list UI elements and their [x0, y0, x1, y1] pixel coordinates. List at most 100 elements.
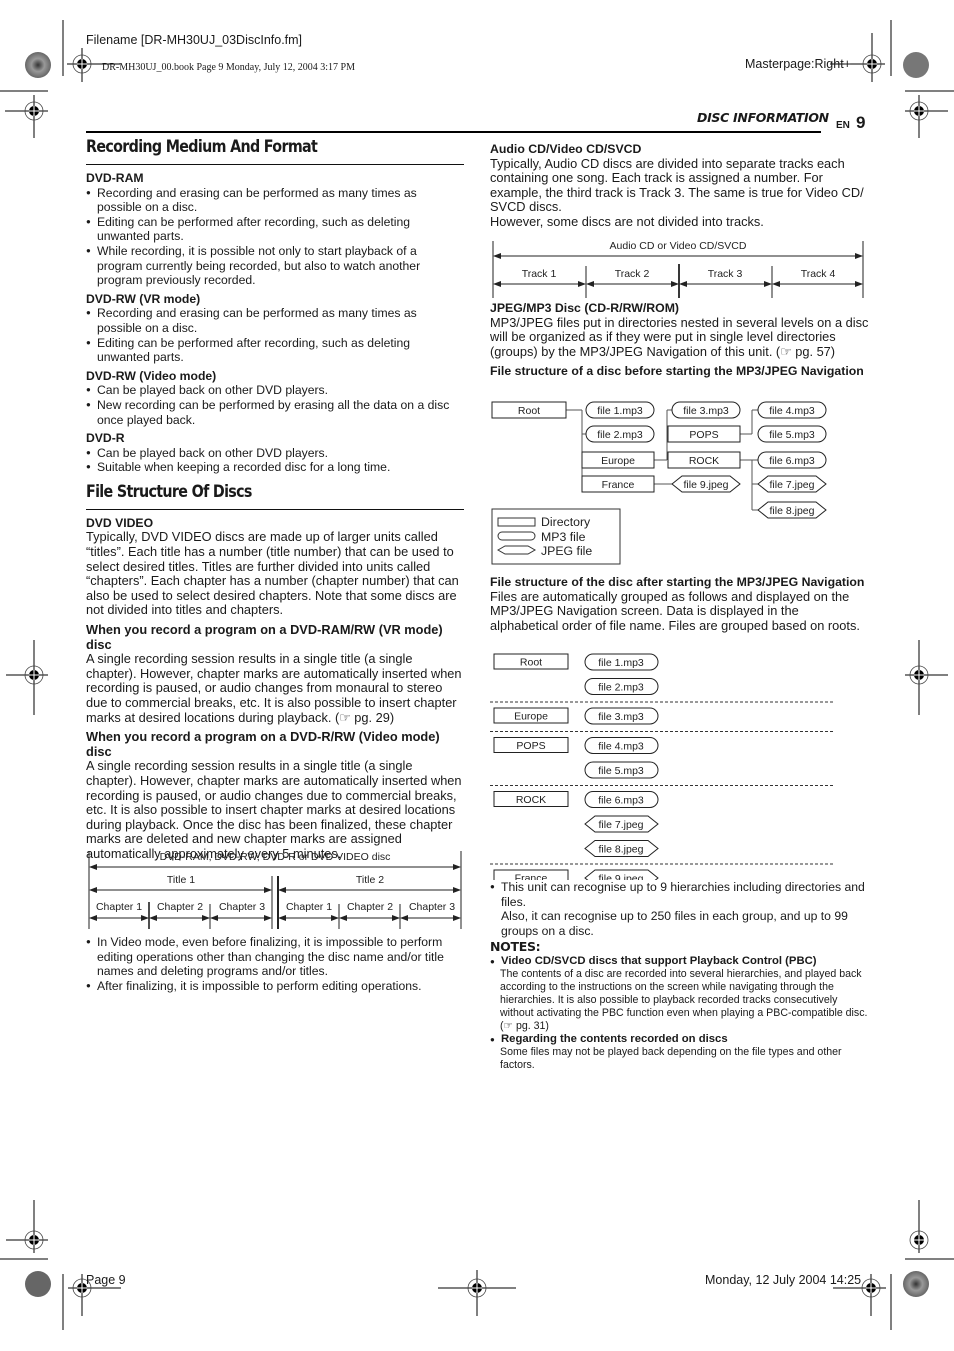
list-item: Can be played back on other DVD players.	[86, 383, 464, 398]
note-body: Some files may not be played back depend…	[500, 1045, 842, 1071]
chapter-label: Chapter 2	[347, 901, 393, 913]
group-file-label: file 9.jpeg	[599, 873, 644, 880]
title-1-label: Title 1	[167, 874, 195, 886]
list-item-continuation: Also, it can recognise up to 250 files i…	[501, 909, 848, 938]
recognise-notes: This unit can recognise up to 9 hierarch…	[490, 880, 870, 938]
dvd-video-body: Typically, DVD VIDEO discs are made up o…	[86, 529, 459, 618]
footer-date-label: Monday, 12 July 2004 14:25	[705, 1273, 862, 1287]
tree-node-rock: ROCK	[689, 455, 719, 467]
tree-node-file1: file 1.mp3	[597, 405, 643, 417]
legend-directory: Directory	[541, 515, 591, 529]
chapter-label: Chapter 1	[286, 901, 332, 913]
heading-dvd-video: DVD VIDEO	[86, 515, 154, 530]
note-body: The contents of a disc are recorded into…	[500, 967, 868, 1032]
list-item: After finalizing, it is impossible to pe…	[86, 979, 464, 994]
color-rosette-icon	[25, 52, 51, 78]
group-file-label: file 3.mp3	[598, 711, 644, 723]
disc-label: DVD-RAM, DVD-RW, DVD-R or DVD VIDEO disc	[160, 851, 391, 863]
tree-node-file3: file 3.mp3	[683, 405, 729, 417]
right-column-top: Audio CD/Video CD/SVCD Typically, Audio …	[490, 142, 870, 230]
legend-jpeg: JPEG file	[541, 544, 592, 558]
section-heading-file-structure: File Structure Of Discs	[86, 481, 252, 502]
track-label: Track 1	[522, 268, 557, 280]
after-body: Files are automatically grouped as follo…	[490, 588, 860, 633]
list-item: While recording, it is possible not only…	[86, 244, 464, 288]
page-number: 9	[856, 113, 866, 132]
group-directory-label: ROCK	[516, 794, 546, 806]
group-directory-label: France	[515, 873, 548, 881]
tree-node-file5: file 5.mp3	[769, 429, 815, 441]
title-2-label: Title 2	[356, 874, 384, 886]
heading-dvd-rw-vr: DVD-RW (VR mode)	[86, 291, 201, 306]
directory-legend-icon	[497, 517, 536, 527]
list-item: New recording can be performed by erasin…	[86, 398, 464, 427]
cd-disc-label: Audio CD or Video CD/SVCD	[610, 240, 747, 252]
tree-node-pops: POPS	[689, 429, 718, 441]
heading-jpeg: JPEG/MP3 Disc (CD-R/RW/ROM)	[490, 301, 680, 315]
vr-record-body: A single recording session results in a …	[86, 651, 462, 725]
section-heading-recording-medium: Recording Medium And Format	[86, 137, 318, 157]
mp3-legend-icon	[497, 531, 536, 541]
heading-vr-record: When you record a program on a DVD-RAM/R…	[86, 622, 443, 652]
tree-node-france: France	[602, 479, 635, 491]
track-label: Track 4	[801, 268, 836, 280]
list-item: Recording and erasing can be performed a…	[86, 306, 464, 335]
tree-node-file2: file 2.mp3	[597, 429, 643, 441]
gray-disc-icon	[903, 52, 929, 78]
track-label: Track 2	[615, 268, 650, 280]
group-file-label: file 7.jpeg	[599, 819, 644, 831]
list-item: Suitable when keeping a recorded disc fo…	[86, 460, 464, 475]
heading-dvd-rw-video: DVD-RW (Video mode)	[86, 368, 217, 383]
legend: Directory MP3 file JPEG file	[491, 508, 621, 565]
group-directory-label: Root	[520, 657, 542, 669]
notes-heading: NOTES:	[490, 939, 541, 954]
chapter-label: Chapter 3	[219, 901, 265, 913]
list-item: This unit can recognise up to 9 hierarch…	[490, 880, 870, 909]
tree-node-file9: file 9.jpeg	[684, 479, 729, 491]
footer-page-label: Page 9	[86, 1273, 126, 1287]
chapter-label: Chapter 2	[157, 901, 203, 913]
heading-cd: Audio CD/Video CD/SVCD	[490, 142, 642, 156]
heading-dvd-r: DVD-R	[86, 431, 125, 446]
language-label: EN	[836, 120, 850, 131]
list-item: Editing can be performed after recording…	[86, 336, 464, 365]
jpeg-legend-icon	[496, 545, 537, 555]
jpeg-section: JPEG/MP3 Disc (CD-R/RW/ROM) MP3/JPEG fil…	[490, 301, 870, 379]
book-info-label: DR-MH30UJ_00.book Page 9 Monday, July 12…	[102, 62, 355, 73]
group-file-label: file 2.mp3	[598, 682, 644, 694]
filename-label: Filename [DR-MH30UJ_03DiscInfo.fm]	[86, 33, 303, 47]
tree-node-file7: file 7.jpeg	[770, 479, 815, 491]
section-title: DISC INFORMATION	[697, 110, 829, 125]
tree-node-europe: Europe	[601, 455, 635, 467]
left-column: Recording Medium And Format DVD-RAM Reco…	[86, 137, 464, 862]
list-item: Recording and erasing can be performed a…	[86, 186, 464, 215]
after-section: File structure of the disc after startin…	[490, 575, 870, 633]
heading-after: File structure of the disc after startin…	[490, 575, 865, 589]
list-item: Can be played back on other DVD players.	[86, 446, 464, 461]
chapter-label: Chapter 3	[409, 901, 455, 913]
group-file-label: file 1.mp3	[598, 657, 644, 669]
group-file-label: file 5.mp3	[598, 765, 644, 777]
file-tree-before: Root file 1.mp3 file 2.mp3 Europe France…	[491, 401, 827, 565]
file-groups-after: Root file 1.mp3 file 2.mp3 Europe file 3.mp3…	[490, 653, 833, 881]
list-item: Editing can be performed after recording…	[86, 215, 464, 244]
note-title: Video CD/SVCD discs that support Playbac…	[490, 955, 870, 968]
tree-node-root: Root	[518, 405, 540, 417]
group-directory-label: POPS	[516, 740, 545, 752]
dvd-structure-diagram: DVD-RAM, DVD-RW, DVD-R or DVD VIDEO disc…	[88, 851, 462, 929]
cd-body-2: However, some discs are not divided into…	[490, 213, 764, 229]
jpeg-body: MP3/JPEG files put in directories nested…	[490, 314, 869, 359]
group-directory-label: Europe	[514, 711, 548, 723]
tree-node-file6: file 6.mp3	[769, 455, 815, 467]
masterpage-label: Masterpage:Right+	[745, 57, 851, 71]
group-file-label: file 6.mp3	[598, 795, 644, 807]
note-title: Regarding the contents recorded on discs	[490, 1033, 870, 1046]
after-diagram-notes: In Video mode, even before finalizing, i…	[86, 935, 464, 993]
heading-dvd-ram: DVD-RAM	[86, 171, 144, 185]
list-item: In Video mode, even before finalizing, i…	[86, 935, 464, 979]
cd-structure-diagram: Audio CD or Video CD/SVCD Track 1 Track …	[492, 240, 864, 298]
tree-node-file4: file 4.mp3	[769, 405, 815, 417]
legend-mp3: MP3 file	[541, 530, 586, 544]
heading-before: File structure of a disc before starting…	[490, 364, 864, 379]
header-rule	[86, 131, 821, 133]
